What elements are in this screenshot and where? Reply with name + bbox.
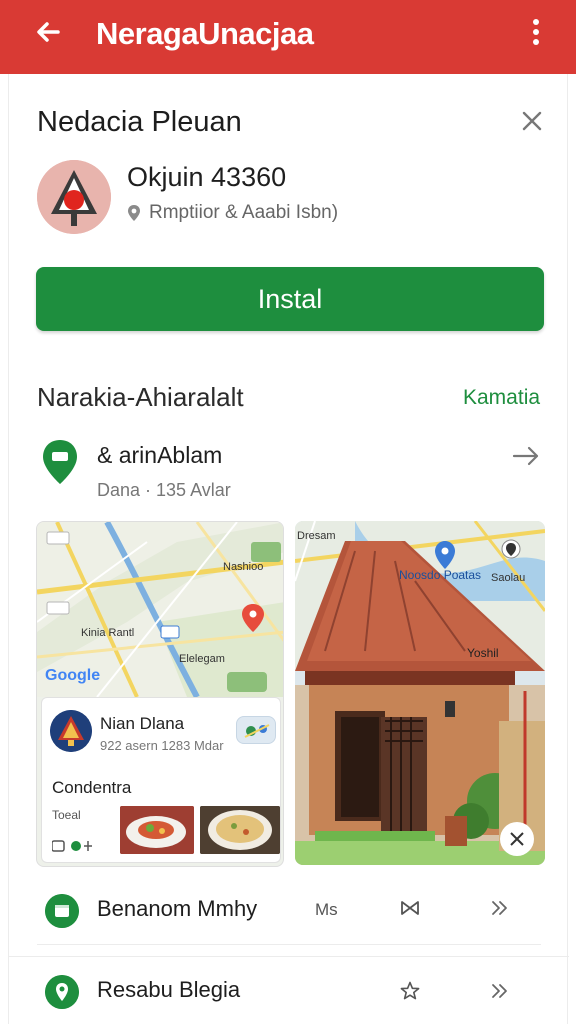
info-small: Toeal [52, 808, 81, 822]
place-name: Okjuin 43360 [127, 162, 287, 192]
more-vert-icon[interactable] [528, 16, 544, 48]
location-title[interactable]: & arinAblam [97, 442, 222, 469]
place-avatar [37, 160, 111, 234]
food-photo-2[interactable] [200, 806, 280, 854]
sheet-title: Nedacia Pleuan [37, 106, 242, 138]
bowtie-icon[interactable] [399, 898, 421, 918]
section-title: Narakia-Ahiaralalt [37, 382, 244, 412]
map-label-nashioo: Nashioo [223, 561, 263, 573]
map-image: Nashioo Kinia Rantl Elelegam Google [37, 522, 283, 699]
pagoda-logo-icon [50, 710, 92, 752]
mini-map-icon [244, 724, 270, 738]
salad-plate-image [120, 806, 194, 854]
arrow-forward-icon[interactable] [511, 444, 541, 468]
photo-card[interactable]: Dresam Noosdo Poatas Saolau Yoshil [295, 521, 545, 865]
photo-label-nosodo: Noosdo Poatas [399, 568, 481, 582]
pin-circle-icon [45, 975, 79, 1009]
place-info-card[interactable]: Nian Dlana 922 asern 1283 Mdar Condentra… [41, 697, 281, 863]
dot-icon [71, 841, 81, 851]
list-item-benanom[interactable]: Benanom Mmhy Ms [9, 874, 569, 954]
google-logo: Google [45, 667, 100, 684]
temple-logo-icon [37, 160, 111, 234]
list-item-label: Resabu Blegia [97, 977, 241, 1002]
place-logo [50, 710, 92, 752]
close-icon[interactable] [519, 108, 545, 134]
info-name: Nian Dlana [100, 714, 185, 733]
thumbnail-map-chip[interactable] [236, 716, 276, 744]
info-meta: 922 asern 1283 Mdar [100, 738, 224, 753]
map-card[interactable]: Nashioo Kinia Rantl Elelegam Google Nian… [36, 521, 284, 867]
chevron-double-right-icon[interactable] [489, 981, 511, 1001]
map-label-kinia: Kinia Rantl [81, 627, 134, 639]
location-pin-icon [128, 205, 140, 221]
house-photo: Dresam Noosdo Poatas Saolau Yoshil [295, 521, 545, 865]
place-subtitle-text: Rmptiior & Aaabi Isbn) [149, 202, 339, 223]
photo-label-yoshil: Yoshil [467, 646, 499, 660]
list-item-resabu[interactable]: Resabu Blegia [9, 956, 569, 1024]
app-title: NeragaUnacjaa [96, 16, 314, 51]
calendar-icon [45, 894, 79, 928]
row-divider [37, 944, 541, 945]
plus-icon [84, 841, 92, 851]
bottom-sheet: Nedacia Pleuan Okjuin 43360 Rmptiior & A… [8, 74, 569, 1024]
install-button[interactable]: Instal [36, 267, 544, 331]
chevron-double-right-icon[interactable] [489, 898, 511, 918]
star-outline-icon[interactable] [399, 981, 421, 1001]
arrow-back-icon[interactable] [32, 16, 64, 48]
ticket-icon [52, 840, 65, 852]
location-subtitle: Dana · 135 Avlar [97, 480, 231, 500]
info-label: Condentra [52, 778, 132, 797]
info-icons [52, 840, 92, 852]
photo-label-saolau: Saolau [491, 572, 525, 584]
food-photo-1[interactable] [120, 806, 194, 854]
map-marker-icon [43, 440, 77, 484]
section-link[interactable]: Kamatia [463, 386, 540, 410]
list-item-label: Benanom Mmhy [97, 896, 258, 921]
photo-label-dresam: Dresam [297, 530, 336, 542]
map-label-elegam: Elelegam [179, 653, 225, 665]
place-subtitle: Rmptiior & Aaabi Isbn) [127, 202, 338, 224]
app-bar: NeragaUnacjaa [0, 0, 576, 74]
rice-bowl-image [200, 806, 280, 854]
list-item-meta: Ms [315, 900, 338, 919]
